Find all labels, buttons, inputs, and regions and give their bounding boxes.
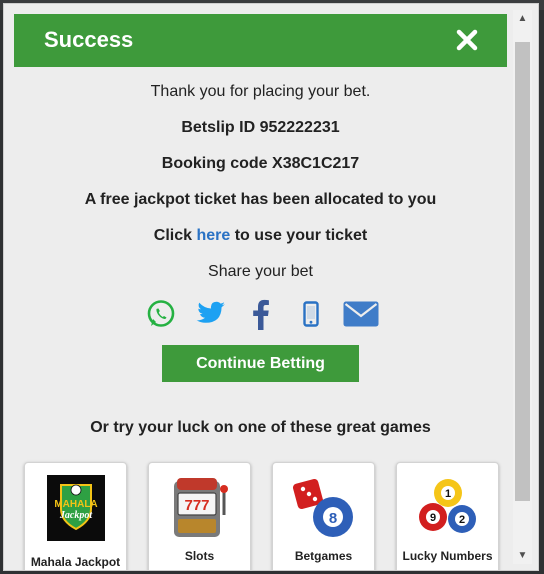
game-label: Mahala Jackpot [30, 555, 121, 569]
betslip-id: Betslip ID 952222231 [181, 119, 340, 136]
game-card-slots[interactable]: 777 Slots [148, 462, 251, 570]
mahala-logo-text: MAHALA [54, 499, 97, 510]
ball-2-number: 9 [429, 512, 435, 524]
game-label: Lucky Numbers [402, 549, 493, 563]
click-suffix: to use your ticket [230, 227, 368, 244]
game-image: 777 [149, 475, 250, 547]
game-label: Slots [184, 549, 215, 563]
click-prefix: Click [153, 227, 197, 244]
game-card-mahala-jackpot[interactable]: MAHALA Jackpot Mahala Jackpot [24, 462, 127, 570]
email-icon [343, 301, 378, 327]
booking-code: Booking code X38C1C217 [161, 155, 360, 172]
game-image: 1 9 2 [397, 475, 498, 547]
share-sms-button[interactable] [286, 296, 336, 332]
scrollbar[interactable]: ▲ ▼ [513, 10, 532, 564]
jackpot-note: A free jackpot ticket has been allocated… [84, 191, 437, 208]
game-card-lucky-numbers[interactable]: 1 9 2 Lucky Numbers [396, 462, 499, 570]
dice-and-ball-icon: 8 [292, 478, 353, 537]
game-image: 8 [273, 475, 374, 547]
modal-content: Thank you for placing your bet. Betslip … [14, 67, 507, 570]
share-twitter-button[interactable] [186, 296, 236, 332]
close-icon [456, 29, 478, 51]
scroll-thumb[interactable] [515, 42, 530, 501]
facebook-icon [252, 299, 269, 330]
game-image: MAHALA Jackpot [25, 475, 126, 547]
modal-header: Success [14, 14, 507, 67]
slot-machine-icon: 777 [173, 478, 228, 537]
share-whatsapp-button[interactable] [136, 296, 186, 332]
share-facebook-button[interactable] [236, 296, 286, 332]
game-card-betgames[interactable]: 8 Betgames [272, 462, 375, 570]
scroll-down-button[interactable]: ▼ [513, 547, 532, 564]
slots-reels-text: 777 [184, 497, 209, 514]
twitter-icon [196, 301, 225, 323]
mobile-icon [302, 301, 319, 327]
success-modal: Success Thank you for placing your bet. … [3, 3, 539, 571]
whatsapp-icon [147, 300, 174, 327]
ball-1-number: 1 [444, 488, 450, 500]
share-email-button[interactable] [336, 296, 386, 332]
chevron-down-icon: ▼ [517, 550, 528, 561]
jackpot-logo-text: Jackpot [58, 510, 92, 521]
chevron-up-icon: ▲ [517, 13, 528, 24]
click-here-line: Click here to use your ticket [14, 227, 507, 245]
ball-3-number: 2 [458, 514, 464, 526]
close-button[interactable] [455, 28, 479, 52]
games-prompt: Or try your luck on one of these great g… [90, 419, 431, 436]
here-link[interactable]: here [196, 227, 230, 244]
ball-number: 8 [328, 510, 336, 527]
lottery-balls-icon: 1 9 2 [418, 479, 476, 533]
share-icons-row [14, 296, 507, 332]
games-row: MAHALA Jackpot Mahala Jackpot 777 Slots … [24, 462, 504, 570]
mahala-jackpot-logo: MAHALA Jackpot [46, 475, 105, 541]
continue-betting-button[interactable]: Continue Betting [162, 345, 359, 382]
modal-title: Success [44, 27, 134, 52]
game-label: Betgames [294, 549, 353, 563]
share-label: Share your bet [208, 263, 313, 280]
scroll-up-button[interactable]: ▲ [513, 10, 532, 27]
thank-you-text: Thank you for placing your bet. [150, 83, 371, 100]
